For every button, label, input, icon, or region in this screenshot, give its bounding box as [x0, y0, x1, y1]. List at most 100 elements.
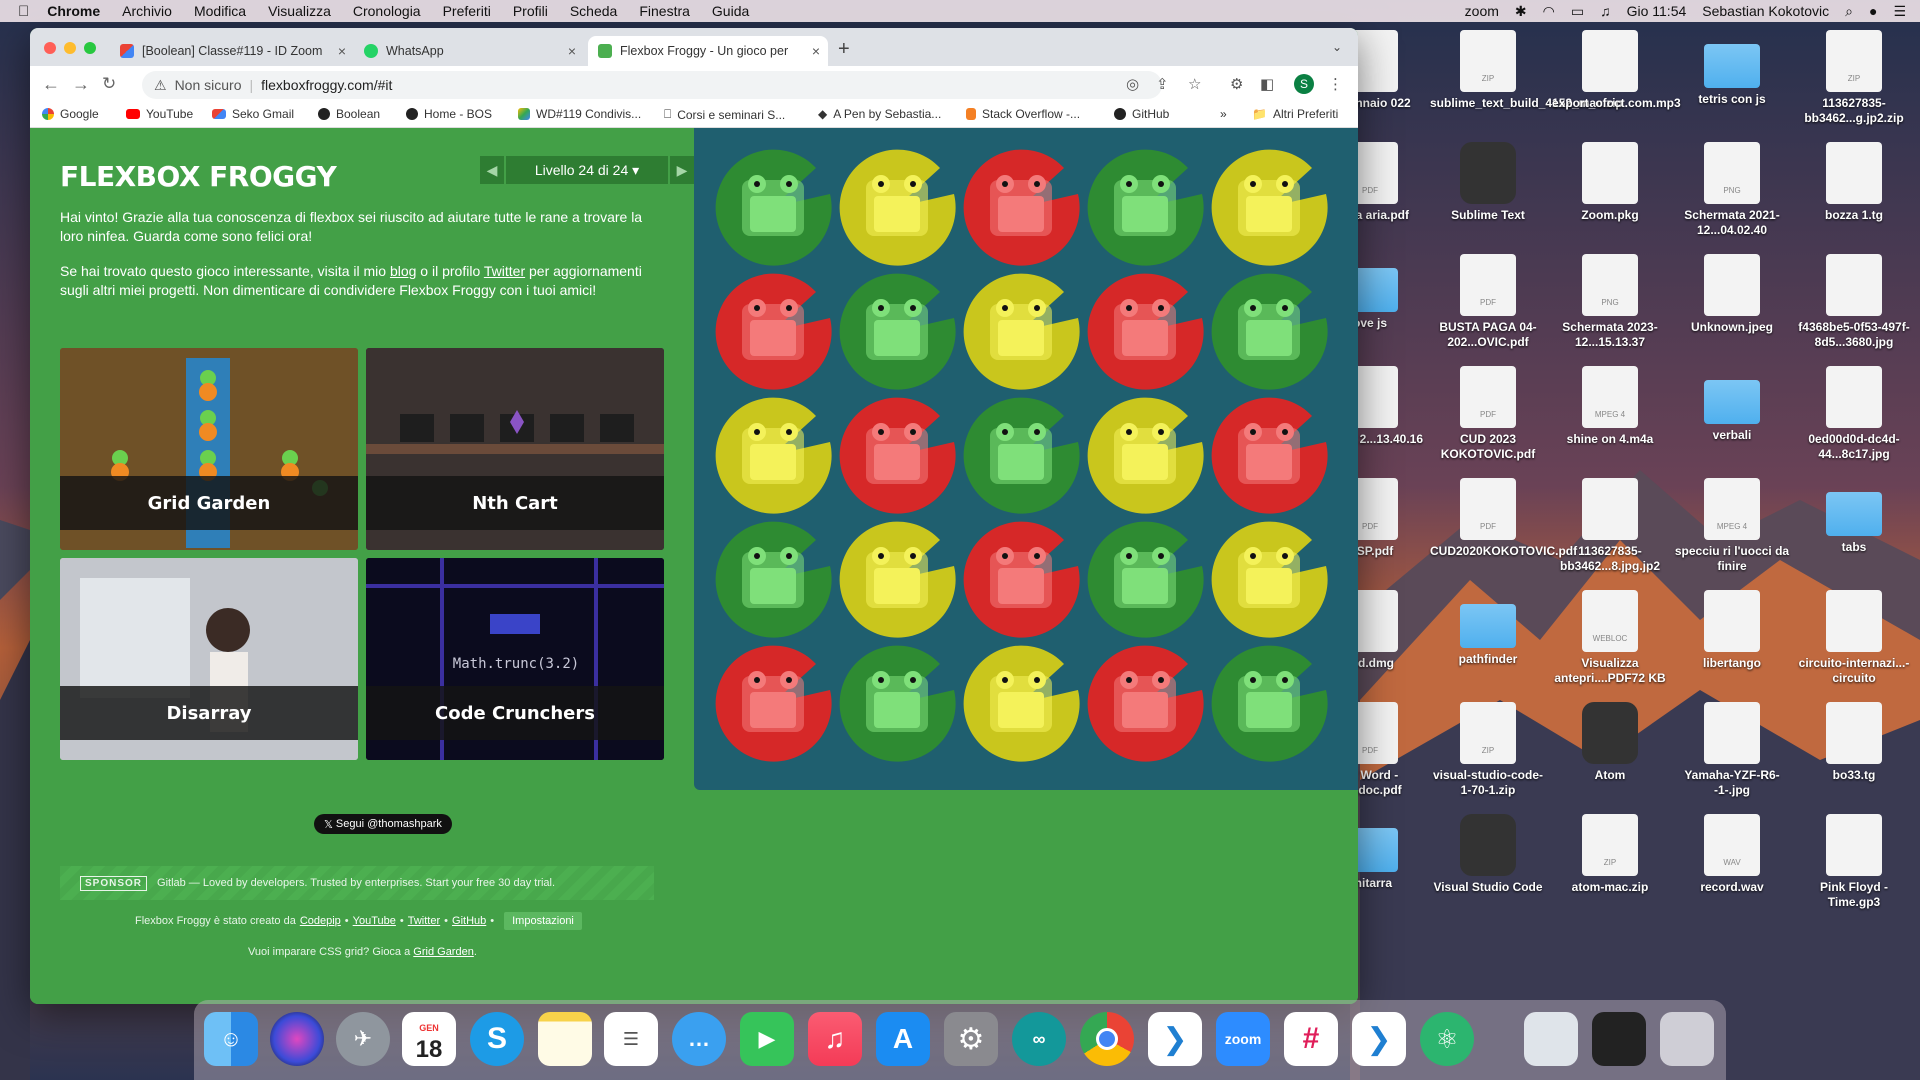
profile-avatar[interactable]: S: [1294, 74, 1314, 94]
desktop-icon[interactable]: tabs: [1796, 478, 1912, 555]
menu-profili[interactable]: Profili: [513, 3, 548, 19]
dock-calendar-icon[interactable]: GEN 18: [402, 1012, 456, 1066]
desktop-icon[interactable]: Pink Floyd - Time.gp3: [1796, 814, 1912, 910]
tab-gmail[interactable]: [Boolean] Classe#119 - ID Zoom ×: [110, 36, 354, 66]
tab-search-icon[interactable]: ⌄: [1332, 40, 1342, 54]
maximize-window-icon[interactable]: [84, 42, 96, 54]
bookmark-youtube[interactable]: YouTube: [126, 107, 193, 121]
desktop-icon[interactable]: ZIP sublime_text_build_4152_mac.zip: [1430, 30, 1623, 111]
menu-finestra[interactable]: Finestra: [639, 3, 690, 19]
desktop-icon[interactable]: 0ed00d0d-dc4d-44...8c17.jpg: [1796, 366, 1912, 462]
desktop-icon[interactable]: ZIP visual-studio-code-1-70-1.zip: [1430, 702, 1546, 798]
reload-icon[interactable]: ↻: [102, 74, 116, 94]
dock-reminders-icon[interactable]: ☰: [604, 1012, 658, 1066]
control-center-icon[interactable]: ☰: [1893, 3, 1906, 20]
game-card-nth-cart[interactable]: Nth Cart: [366, 348, 664, 550]
desktop-icon[interactable]: PNG Schermata 2021-12...04.02.40: [1674, 142, 1790, 238]
game-card-grid-garden[interactable]: Grid Garden: [60, 348, 358, 550]
menu-cronologia[interactable]: Cronologia: [353, 3, 421, 19]
bookmark-google[interactable]: Google: [42, 107, 99, 121]
bookmark-github[interactable]: GitHub: [1114, 107, 1169, 121]
desktop-icon[interactable]: Unknown.jpeg: [1674, 254, 1790, 335]
close-tab-icon[interactable]: ×: [568, 43, 576, 59]
menu-preferiti[interactable]: Preferiti: [443, 3, 491, 19]
dock-trash-icon[interactable]: [1660, 1012, 1714, 1066]
spotlight-icon[interactable]: ⌕: [1845, 3, 1853, 20]
dock-skype-icon[interactable]: S: [470, 1012, 524, 1066]
dock-finder-icon[interactable]: ☺: [204, 1012, 258, 1066]
dock-notes-icon[interactable]: [538, 1012, 592, 1066]
dock-launchpad-icon[interactable]: ✈: [336, 1012, 390, 1066]
dock-chrome-icon[interactable]: [1080, 1012, 1134, 1066]
minimize-window-icon[interactable]: [64, 42, 76, 54]
follow-twitter-button[interactable]: 𝕏 Segui @thomashpark: [314, 814, 452, 834]
bookmark-wd119[interactable]: WD#119 Condivis...: [518, 107, 641, 121]
sponsor-text[interactable]: Gitlab — Loved by developers. Trusted by…: [157, 877, 555, 889]
menu-modifica[interactable]: Modifica: [194, 3, 246, 19]
back-icon[interactable]: ←: [42, 74, 60, 95]
clock[interactable]: Gio 11:54: [1627, 3, 1687, 19]
desktop-icon[interactable]: bo33.tg: [1796, 702, 1912, 783]
dock-vscode-icon[interactable]: ❯: [1352, 1012, 1406, 1066]
desktop-icon[interactable]: WAV record.wav: [1674, 814, 1790, 895]
github-link[interactable]: GitHub: [452, 915, 486, 927]
wifi-icon[interactable]: ◠: [1543, 3, 1555, 20]
level-dropdown[interactable]: Livello 24 di 24 ▾: [506, 156, 668, 184]
bookmark-stackoverflow[interactable]: Stack Overflow -...: [966, 107, 1080, 121]
bookmark-home-bos[interactable]: Home - BOS: [406, 107, 492, 121]
desktop-icon[interactable]: Yamaha-YZF-R6--1-.jpg: [1674, 702, 1790, 798]
blog-link[interactable]: blog: [390, 263, 416, 279]
grid-garden-link[interactable]: Grid Garden: [413, 946, 474, 958]
zoom-status[interactable]: zoom: [1465, 3, 1499, 19]
desktop-icon[interactable]: PDF BUSTA PAGA 04-202...OVIC.pdf: [1430, 254, 1546, 350]
dock-music-icon[interactable]: ♫: [808, 1012, 862, 1066]
dock-arduino-icon[interactable]: ∞: [1012, 1012, 1066, 1066]
desktop-icon[interactable]: ZIP 113627835-bb3462...g.jp2.zip: [1796, 30, 1912, 126]
desktop-icon[interactable]: pathfinder: [1430, 590, 1546, 667]
desktop-icon[interactable]: PDF CUD 2023 KOKOTOVIC.pdf: [1430, 366, 1546, 462]
more-menu-icon[interactable]: ⋮: [1328, 75, 1343, 93]
extensions-icon[interactable]: ⚙: [1230, 75, 1243, 93]
bookmark-star-icon[interactable]: ☆: [1188, 75, 1201, 93]
sponsor-banner[interactable]: SPONSOR Gitlab — Loved by developers. Tr…: [60, 866, 654, 900]
twitter-link[interactable]: Twitter: [484, 263, 525, 279]
game-card-code-crunchers[interactable]: Math.trunc(3.2) Code Crunchers: [366, 558, 664, 760]
youtube-link[interactable]: YouTube: [353, 915, 396, 927]
menu-scheda[interactable]: Scheda: [570, 3, 617, 19]
dock-zoom-icon[interactable]: zoom: [1216, 1012, 1270, 1066]
address-bar[interactable]: ⚠ Non sicuro | flexboxfroggy.com/#it: [142, 71, 1162, 99]
desktop-icon[interactable]: WEBLOC Visualizza antepri....PDF72 KB: [1552, 590, 1668, 686]
dock-slack-icon[interactable]: #: [1284, 1012, 1338, 1066]
bookmark-corsi[interactable]: ⎕ Corsi e seminari S...: [664, 107, 785, 122]
desktop-icon[interactable]: Visual Studio Code: [1430, 814, 1546, 895]
bookmark-codepen[interactable]: ◆ A Pen by Sebastia...: [818, 107, 941, 121]
security-label[interactable]: Non sicuro: [175, 77, 242, 93]
menu-guida[interactable]: Guida: [712, 3, 749, 19]
game-card-disarray[interactable]: Disarray: [60, 558, 358, 760]
settings-button[interactable]: Impostazioni: [504, 912, 582, 930]
tab-flexbox-froggy[interactable]: Flexbox Froggy - Un gioco per ×: [588, 36, 828, 66]
side-panel-icon[interactable]: ◧: [1260, 75, 1274, 93]
codepip-link[interactable]: Codepip: [300, 915, 341, 927]
more-bookmarks-button[interactable]: »: [1220, 107, 1227, 121]
warning-icon[interactable]: ⚠: [154, 77, 167, 94]
volume-icon[interactable]: ♫: [1600, 3, 1611, 19]
dock-terminal-icon[interactable]: [1592, 1012, 1646, 1066]
tab-whatsapp[interactable]: WhatsApp ×: [354, 36, 584, 66]
desktop-icon[interactable]: Atom: [1552, 702, 1668, 783]
desktop-icon[interactable]: tetris con js: [1674, 30, 1790, 107]
desktop-icon[interactable]: circuito-internazi...-circuito: [1796, 590, 1912, 686]
bookmark-boolean[interactable]: Boolean: [318, 107, 380, 121]
dock-facetime-icon[interactable]: ▶: [740, 1012, 794, 1066]
eye-off-icon[interactable]: ◎: [1126, 75, 1139, 93]
dock-atom-icon[interactable]: ⚛: [1420, 1012, 1474, 1066]
desktop-icon[interactable]: MPEG 4 shine on 4.m4a: [1552, 366, 1668, 447]
forward-icon[interactable]: →: [72, 74, 90, 95]
dock-documents-icon[interactable]: [1524, 1012, 1578, 1066]
new-tab-button[interactable]: +: [838, 38, 850, 61]
desktop-icon[interactable]: MPEG 4 specciu ri l'uocci da finire: [1674, 478, 1790, 574]
desktop-icon[interactable]: bozza 1.tg: [1796, 142, 1912, 223]
share-icon[interactable]: ⇪: [1156, 75, 1169, 93]
desktop-icon[interactable]: Zoom.pkg: [1552, 142, 1668, 223]
desktop-icon[interactable]: PNG Schermata 2023-12...15.13.37: [1552, 254, 1668, 350]
